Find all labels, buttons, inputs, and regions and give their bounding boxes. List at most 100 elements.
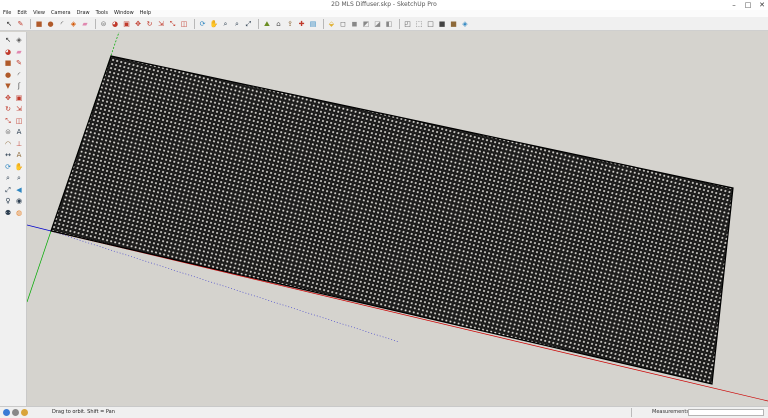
orbit-icon[interactable]: ⟳ [198,19,208,29]
rectangle-icon[interactable]: ■ [3,58,13,68]
polygon-icon[interactable]: ▼ [3,81,13,91]
right-view-icon[interactable]: ◩ [361,19,371,29]
zoom-window-icon[interactable]: ⌕ [14,173,24,183]
pan-icon[interactable]: ✋ [14,162,24,172]
select-icon[interactable]: ↖ [3,35,13,45]
front-view-icon[interactable]: ◼ [350,19,360,29]
tape-measure-icon[interactable]: ⊜ [99,19,109,29]
toolbar-separator [30,18,31,29]
menu-window[interactable]: Window [114,10,134,17]
scale-icon[interactable]: ⤡ [3,116,13,126]
geo-location-icon[interactable] [3,409,10,416]
toolbar-separator [322,18,324,29]
monochrome-icon[interactable]: ◈ [460,19,470,29]
zoom-icon[interactable]: ⌕ [221,19,231,29]
hidden-line-icon[interactable]: □ [426,19,436,29]
section-plane-icon[interactable]: ◍ [14,208,24,218]
zoom-window-icon[interactable]: ⌕ [232,19,242,29]
layout-icon[interactable]: ▤ [308,19,318,29]
credits-icon[interactable] [12,409,19,416]
pencil-icon[interactable]: ✎ [14,58,24,68]
rotate-icon[interactable]: ↻ [3,104,13,114]
text-icon[interactable]: A [14,127,24,137]
shaded-textures-icon[interactable]: ■ [449,19,459,29]
model-viewport[interactable] [27,32,768,406]
dimension-icon[interactable]: ↔ [3,150,13,160]
add-location-icon[interactable]: ⛰ [262,19,272,29]
zoom-extents-icon[interactable]: ⤢ [3,185,13,195]
green-axis-line-solid [27,230,52,303]
diffuser-grid [51,56,733,384]
xray-icon[interactable]: ◰ [403,19,413,29]
axes-icon[interactable]: ⊥ [14,139,24,149]
maximize-button[interactable]: □ [744,0,752,10]
wireframe-icon[interactable]: ⬚ [414,19,424,29]
3d-text-icon[interactable]: A [14,150,24,160]
offset-icon[interactable]: ◫ [14,116,24,126]
eraser-icon[interactable]: ▰ [14,47,24,57]
arc-icon[interactable]: ◜ [57,19,67,29]
scale-icon[interactable]: ⤡ [168,19,178,29]
measurements-input[interactable] [688,409,764,416]
share-model-icon[interactable]: ⇪ [285,19,295,29]
make-component-icon[interactable]: ◈ [69,19,79,29]
follow-me-icon[interactable]: ⇲ [156,19,166,29]
close-button[interactable]: ✕ [758,0,766,10]
model-canvas[interactable] [27,32,768,406]
minimize-button[interactable]: – [730,0,738,10]
blue-axis-line [27,224,52,232]
left-view-icon[interactable]: ◧ [384,19,394,29]
menu-camera[interactable]: Camera [51,10,71,17]
menu-view[interactable]: View [33,10,45,17]
extension-warehouse-icon[interactable]: ✚ [297,19,307,29]
freehand-icon[interactable]: ʃ [14,81,24,91]
previous-view-icon[interactable]: ◀ [14,185,24,195]
offset-icon[interactable]: ◫ [179,19,189,29]
warehouse-icon[interactable]: ⌂ [274,19,284,29]
position-camera-icon[interactable]: ♀ [3,196,13,206]
title-bar: 2D MLS Diffuser.skp - SketchUp Pro – □ ✕ [0,0,768,10]
push-pull-icon[interactable]: ▣ [122,19,132,29]
rotate-icon[interactable]: ↻ [145,19,155,29]
menu-file[interactable]: File [3,10,11,17]
paint-bucket-icon[interactable]: ◕ [110,19,120,29]
window-controls: – □ ✕ [730,0,766,10]
pan-icon[interactable]: ✋ [209,19,219,29]
zoom-icon[interactable]: ⌕ [3,173,13,183]
arc-icon[interactable]: ◜ [14,70,24,80]
follow-me-icon[interactable]: ⇲ [14,104,24,114]
top-view-icon[interactable]: ◻ [338,19,348,29]
pencil-icon[interactable]: ✎ [16,19,26,29]
move-icon[interactable]: ✥ [133,19,143,29]
make-component-icon[interactable]: ◈ [14,35,24,45]
measurements-label: Measurements [652,409,689,415]
menu-tools[interactable]: Tools [96,10,108,17]
status-message: Drag to orbit. Shift = Pan [52,409,115,415]
walk-icon[interactable]: ⚉ [3,208,13,218]
select-icon[interactable]: ↖ [4,19,14,29]
push-pull-icon[interactable]: ▣ [14,93,24,103]
rectangle-icon[interactable]: ■ [34,19,44,29]
toolbar-separator [398,18,400,29]
circle-icon[interactable]: ● [46,19,56,29]
menu-draw[interactable]: Draw [77,10,90,17]
window-title: 2D MLS Diffuser.skp - SketchUp Pro [331,1,437,8]
protractor-icon[interactable]: ◠ [3,139,13,149]
menu-edit[interactable]: Edit [17,10,27,17]
toolbar-separator [94,18,96,29]
eraser-icon[interactable]: ▰ [80,19,90,29]
shaded-icon[interactable]: ■ [437,19,447,29]
back-view-icon[interactable]: ◪ [373,19,383,29]
iso-view-icon[interactable]: ⬙ [327,19,337,29]
orbit-icon[interactable]: ⟳ [3,162,13,172]
move-icon[interactable]: ✥ [3,93,13,103]
zoom-extents-icon[interactable]: ⤢ [244,19,254,29]
tape-measure-icon[interactable]: ⊜ [3,127,13,137]
user-icon[interactable] [21,409,28,416]
menu-bar: File Edit View Camera Draw Tools Window … [0,10,768,17]
toolbar-separator [258,18,259,29]
menu-help[interactable]: Help [140,10,151,17]
circle-icon[interactable]: ● [3,70,13,80]
look-around-icon[interactable]: ◉ [14,196,24,206]
paint-bucket-icon[interactable]: ◕ [3,47,13,57]
